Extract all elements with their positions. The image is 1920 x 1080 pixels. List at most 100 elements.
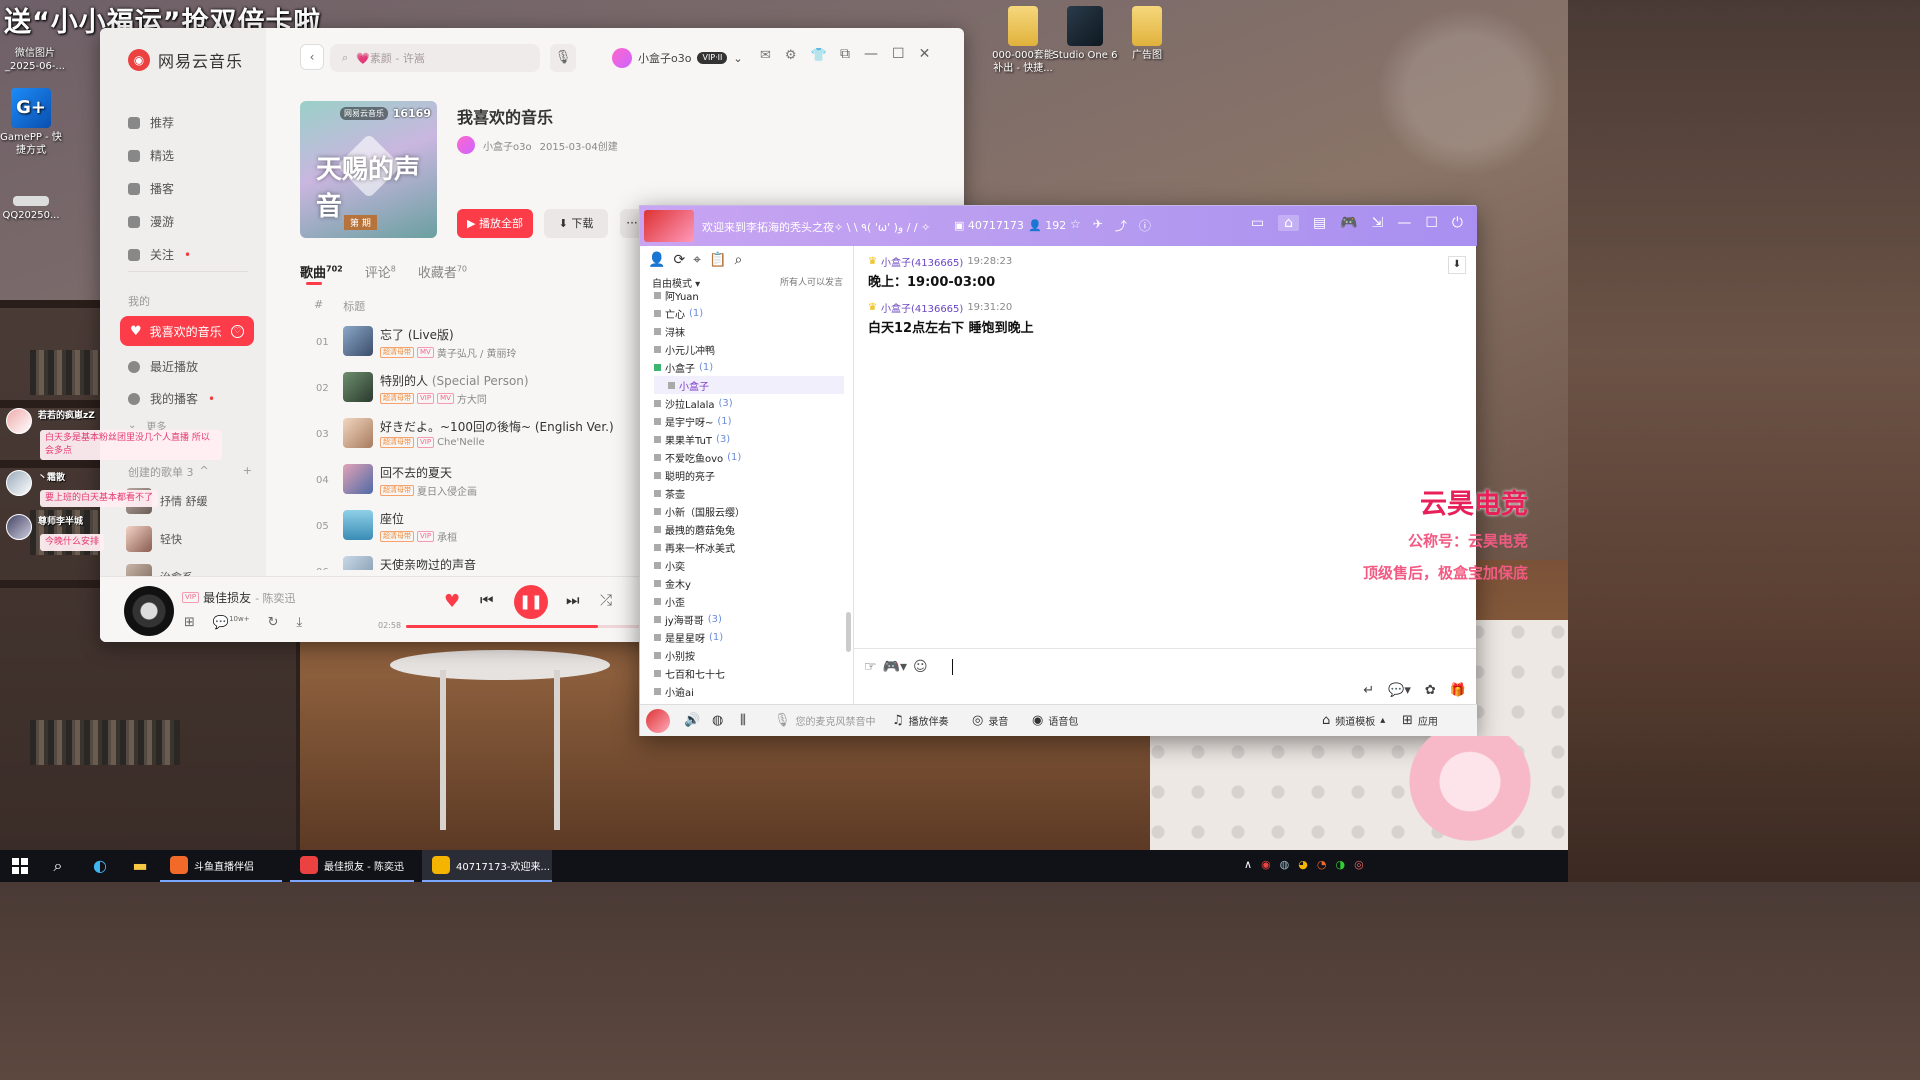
location-icon[interactable]: ⌖ <box>693 252 701 268</box>
member-list-item[interactable]: 最拽的蘑菇兔兔 <box>654 520 844 538</box>
nav-item-featured[interactable]: 精选 <box>128 139 258 172</box>
member-list-item[interactable]: 金木y <box>654 574 844 592</box>
close-icon[interactable]: ✕ <box>919 46 931 62</box>
sidebar-item-my-podcast[interactable]: 我的播客 • <box>128 390 258 407</box>
desktop-icon-folder-shortcut[interactable]: 000-000套能补出 - 快捷... <box>988 6 1058 75</box>
next-track-icon[interactable]: ⏭ <box>566 591 580 609</box>
gift-icon[interactable]: 🎁 <box>1450 683 1466 698</box>
member-list-item[interactable]: 不爱吃鱼ovo (1) <box>654 448 844 466</box>
member-list-item[interactable]: 果果羊TuT (3) <box>654 430 844 448</box>
skin-icon[interactable]: 👕 <box>811 48 827 63</box>
chat-tray-icon[interactable]: ◕ <box>1298 858 1308 871</box>
edge-browser-icon[interactable]: ◐ <box>90 856 110 876</box>
table-row[interactable]: 06 天使亲吻过的声音 <box>300 550 640 570</box>
heartbeat-mode-icon[interactable]: ♡ <box>231 324 244 338</box>
mic-indicator-icon[interactable]: ◍ <box>712 713 723 728</box>
board-icon[interactable]: ▤ <box>1313 215 1326 231</box>
shuffle-icon[interactable]: ⤮ <box>600 591 612 609</box>
gamepad-icon[interactable]: 🎮▾ <box>883 659 907 675</box>
self-avatar[interactable] <box>646 709 670 733</box>
member-list-item[interactable]: 聪明的亮子 <box>654 466 844 484</box>
member-list-item[interactable]: 小逾ai <box>654 682 844 700</box>
mini-player-icon[interactable]: ⧉ <box>840 46 850 62</box>
playlist-cover[interactable]: 网易云音乐 16169 天赐的声音 第 期 <box>300 101 437 238</box>
power-icon[interactable]: ⏻ <box>1452 215 1463 231</box>
voice-search-button[interactable]: 🎙 <box>550 44 576 72</box>
tray-expand-icon[interactable]: ∧ <box>1244 858 1252 871</box>
member-list-item[interactable]: 小奕 <box>654 556 844 574</box>
table-row[interactable]: 05 座位 超清母带 VIP 承桓 <box>300 504 640 550</box>
member-list-item[interactable]: 是宇宁呀~ (1) <box>654 412 844 430</box>
member-list-item[interactable]: 小歪 <box>654 592 844 610</box>
message-sender[interactable]: 小盒子(4136665) <box>881 254 963 269</box>
desktop-icon-gamepp[interactable]: G+ GamePP - 快捷方式 <box>0 88 66 157</box>
desktop-icon-ad-image[interactable]: 广告图 <box>1112 6 1182 62</box>
enter-icon[interactable]: ↵ <box>1363 683 1374 698</box>
user-menu[interactable]: 小盒子o3o VIP·II ⌄ <box>612 48 743 68</box>
desktop-icon-wechat-image[interactable]: 微信图片_2025-06-... <box>0 44 70 73</box>
now-playing-title[interactable]: 最佳损友 <box>203 589 251 606</box>
add-playlist-icon[interactable]: + <box>243 464 252 480</box>
minimize-icon[interactable]: — <box>864 46 878 62</box>
member-list-item[interactable]: 小别按 <box>654 646 844 664</box>
add-to-playlist-icon[interactable]: ⊞ <box>184 615 195 630</box>
notes-icon[interactable]: 📋 <box>709 252 726 268</box>
member-list-item[interactable]: 小新（国服云缨） <box>654 502 844 520</box>
mv-tag[interactable]: MV <box>417 347 434 358</box>
maximize-icon[interactable]: ☐ <box>1425 215 1438 231</box>
settings-icon[interactable]: ⚙ <box>785 48 797 63</box>
chat-input-area[interactable]: ☞ 🎮▾ ☺ ↵ 💬▾ ✿ 🎁 <box>854 648 1476 704</box>
taskbar-app-chat[interactable]: 40717173-欢迎来... <box>422 850 552 882</box>
nav-item-recommend[interactable]: 推荐 <box>128 106 258 139</box>
download-button[interactable]: ⬇ 下载 <box>544 209 608 238</box>
file-explorer-icon[interactable]: ▬ <box>130 856 150 876</box>
speaker-icon[interactable]: 🔊 <box>684 713 700 728</box>
sidebar-item-recent[interactable]: 最近播放 <box>128 358 258 375</box>
equalizer-icon[interactable]: ⫼ <box>740 713 746 728</box>
table-row[interactable]: 03 好きだよ。~100回の後悔~ (English Ver.) 超清母带 VIP… <box>300 412 640 458</box>
nav-item-roam[interactable]: 漫游 <box>128 205 258 238</box>
download-icon[interactable]: ⤓ <box>297 615 303 630</box>
member-list-item[interactable]: 七百和七十七 <box>654 664 844 682</box>
nav-item-follow[interactable]: 关注 • <box>128 238 258 271</box>
comment-icon[interactable]: 💬10w+ <box>213 615 250 630</box>
mv-tag[interactable]: MV <box>437 393 454 404</box>
tab-songs[interactable]: 歌曲702 <box>300 262 343 281</box>
flower-icon[interactable]: ✿ <box>1425 683 1436 698</box>
netease-tray-icon[interactable]: ◉ <box>1261 858 1271 871</box>
member-list-item[interactable]: 浔袜 <box>654 322 844 340</box>
emoji-search-icon[interactable]: ☺ <box>913 659 928 675</box>
chat-bubble-icon[interactable]: 💬▾ <box>1388 683 1411 698</box>
scroll-bottom-button[interactable]: ⬇ <box>1448 256 1466 274</box>
song-artist[interactable]: 黄子弘凡 / 黄丽玲 <box>437 345 517 360</box>
voice-pack-button[interactable]: ◉ 语音包 <box>1032 713 1078 728</box>
wechat-tray-icon[interactable]: ◑ <box>1336 858 1346 871</box>
share-icon[interactable]: ⤴ <box>1115 217 1127 234</box>
plane-icon[interactable]: ✈ <box>1093 217 1103 234</box>
channel-template-button[interactable]: ⌂ 频道模板 ▴ <box>1322 713 1385 728</box>
album-disc[interactable] <box>124 586 174 636</box>
taskbar-app-douyu[interactable]: 斗鱼直播伴侣 <box>160 850 282 882</box>
home-icon[interactable]: ⌂ <box>1278 215 1299 231</box>
member-list-item[interactable]: 阿Yuan <box>654 286 844 304</box>
message-sender[interactable]: 小盒子(4136665) <box>881 300 963 315</box>
mic-muted-status[interactable]: 🎙 您的麦克风禁音中 <box>774 713 876 728</box>
netease-logo[interactable]: ◉ 网易云音乐 <box>128 48 243 72</box>
gesture-icon[interactable]: ☞ <box>864 659 877 675</box>
record-button[interactable]: ◎ 录音 <box>972 713 1008 728</box>
progress-bar[interactable] <box>406 625 640 628</box>
song-artist[interactable]: Che'Nelle <box>437 437 485 448</box>
member-list-item[interactable]: 茶壶 <box>654 484 844 502</box>
star-icon[interactable]: ☆ <box>1070 217 1081 234</box>
search-icon[interactable]: ⌕ <box>735 252 743 268</box>
gamepad-icon[interactable]: 🎮 <box>1340 215 1357 231</box>
douyu-tray-icon[interactable]: ◔ <box>1317 858 1327 871</box>
search-input[interactable]: ⌕ 💗素颜 - 许嵩 <box>330 44 540 72</box>
mail-icon[interactable]: ✉ <box>760 48 771 63</box>
share-icon[interactable]: ↻ <box>268 615 279 630</box>
play-all-button[interactable]: ▶ 播放全部 <box>457 209 533 238</box>
table-row[interactable]: 04 回不去的夏天 超清母带 夏日入侵企画 <box>300 458 640 504</box>
info-icon[interactable]: ⓘ <box>1139 217 1151 234</box>
member-list-item[interactable]: jy海哥哥 (3) <box>654 610 844 628</box>
search-icon[interactable]: ⌕ <box>48 856 68 876</box>
